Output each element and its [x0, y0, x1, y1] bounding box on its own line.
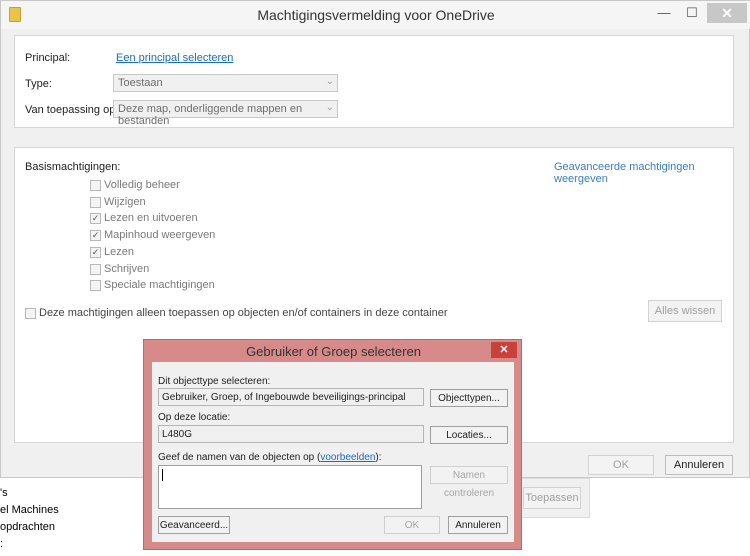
principal-panel: Principal: Een principal selecteren Type…: [14, 35, 734, 128]
permission-label: Wijzigen: [104, 196, 146, 208]
checkmark-icon[interactable]: ✓: [90, 230, 101, 241]
object-types-button[interactable]: Objecttypen...: [430, 389, 508, 407]
checkbox[interactable]: [90, 197, 101, 208]
close-button[interactable]: ✕: [491, 342, 517, 358]
type-value: Toestaan: [118, 77, 163, 89]
minimize-button[interactable]: —: [651, 3, 677, 23]
ok-button[interactable]: OK: [384, 516, 440, 534]
applies-to-dropdown[interactable]: Deze map, onderliggende mappen en bestan…: [113, 100, 338, 127]
maximize-button[interactable]: ☐: [680, 3, 704, 23]
cancel-button[interactable]: Annuleren: [448, 516, 508, 534]
dialog-title: Gebruiker of Groep selecteren: [246, 344, 421, 359]
checkbox[interactable]: [25, 308, 36, 319]
location-field: L480G: [158, 425, 424, 443]
permission-label: Lezen: [104, 246, 134, 258]
select-principal-link[interactable]: Een principal selecteren: [116, 52, 233, 64]
background-list-item: el Machines: [0, 504, 59, 516]
permission-label: Mapinhoud weergeven: [104, 229, 216, 241]
type-label: Type:: [25, 78, 52, 90]
checkmark-icon[interactable]: ✓: [90, 247, 101, 258]
apply-only-label: Deze machtigingen alleen toepassen op ob…: [39, 307, 448, 319]
type-dropdown[interactable]: Toestaan ⌄: [113, 74, 338, 92]
object-type-label: Dit objecttype selecteren:: [158, 376, 271, 387]
locations-button[interactable]: Locaties...: [430, 426, 508, 444]
object-names-input[interactable]: [158, 465, 422, 509]
background-list-item: opdrachten: [0, 521, 56, 533]
location-label: Op deze locatie:: [158, 412, 231, 423]
checkbox[interactable]: [90, 180, 101, 191]
object-type-field: Gebruiker, Groep, of Ingebouwde beveilig…: [158, 388, 424, 406]
chevron-down-icon: ⌄: [325, 76, 334, 87]
chevron-down-icon: ⌄: [325, 102, 334, 113]
clear-all-button[interactable]: Alles wissen: [648, 300, 722, 322]
object-names-label: Geef de namen van de objecten op (voorbe…: [158, 452, 382, 463]
close-button[interactable]: ✕: [707, 3, 747, 23]
advanced-permissions-link[interactable]: Geavanceerde machtigingen weergeven: [554, 161, 733, 185]
check-names-button[interactable]: Namen controleren: [430, 466, 508, 499]
basic-permissions-label: Basismachtigingen:: [25, 161, 121, 173]
apply-button[interactable]: Toepassen: [523, 487, 581, 509]
ok-button[interactable]: OK: [588, 455, 654, 475]
permission-label: Speciale machtigingen: [104, 279, 215, 291]
text-cursor: [162, 469, 163, 481]
applies-to-value: Deze map, onderliggende mappen en bestan…: [118, 103, 303, 127]
principal-label: Principal:: [25, 52, 71, 64]
dialog-body: Dit objecttype selecteren: Gebruiker, Gr…: [152, 362, 514, 542]
select-user-group-dialog: Gebruiker of Groep selecteren ✕ Dit obje…: [143, 339, 522, 550]
permission-label: Lezen en uitvoeren: [104, 212, 198, 224]
checkbox[interactable]: [90, 280, 101, 291]
permission-label: Volledig beheer: [104, 179, 180, 191]
examples-link[interactable]: voorbeelden: [320, 452, 375, 463]
window-title: Machtigingsvermelding voor OneDrive: [257, 7, 495, 23]
applies-to-label: Van toepassing op:: [25, 104, 119, 116]
title-bar[interactable]: Machtigingsvermelding voor OneDrive — ☐ …: [1, 1, 750, 29]
advanced-button[interactable]: Geavanceerd...: [158, 516, 230, 534]
background-list-item: 's: [0, 487, 8, 499]
checkmark-icon[interactable]: ✓: [90, 213, 101, 224]
permission-label: Schrijven: [104, 263, 150, 275]
checkbox[interactable]: [90, 264, 101, 275]
background-list-item: :: [0, 538, 4, 550]
cancel-button[interactable]: Annuleren: [665, 455, 733, 475]
